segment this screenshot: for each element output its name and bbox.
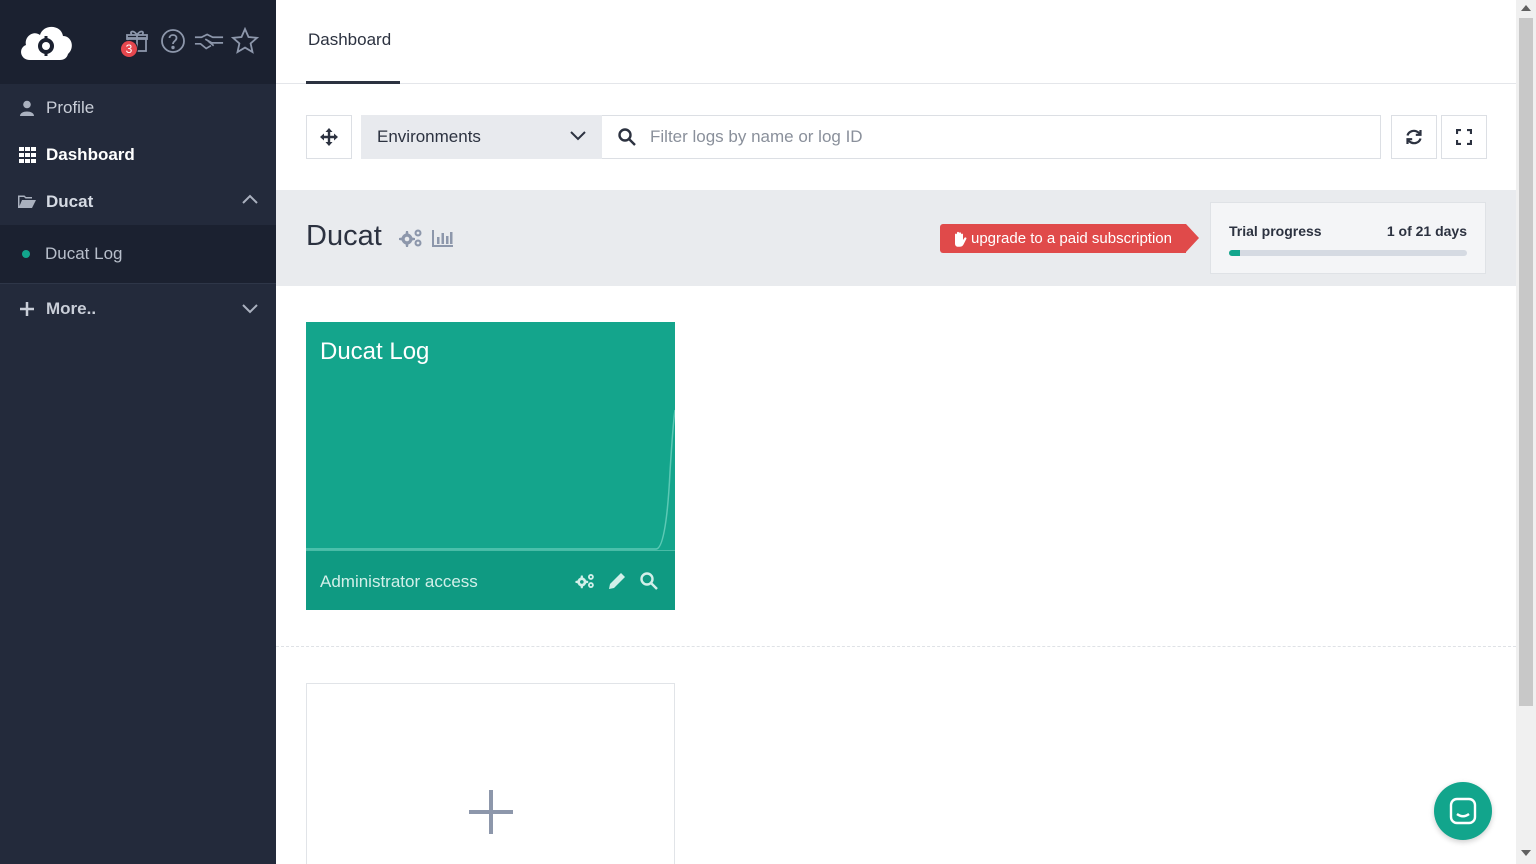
refresh-button[interactable] — [1391, 115, 1437, 159]
plus-icon — [18, 300, 36, 318]
page-scrollbar[interactable] — [1516, 0, 1536, 864]
scroll-up-arrow[interactable] — [1521, 5, 1531, 11]
search-input[interactable] — [650, 127, 1350, 147]
tab-dashboard[interactable]: Dashboard — [308, 30, 391, 50]
gift-icon[interactable]: 3 — [120, 26, 152, 58]
sidebar-item-label: Ducat — [46, 191, 94, 211]
sidebar-item-label: More.. — [46, 299, 97, 318]
main-content: Dashboard Environments Filter logs by na… — [276, 0, 1516, 864]
grid-icon — [18, 146, 36, 164]
star-icon[interactable] — [230, 26, 260, 56]
sidebar-item-label: Ducat Log — [45, 244, 123, 263]
scroll-thumb[interactable] — [1519, 18, 1533, 706]
refresh-icon — [1406, 129, 1422, 145]
organization-title: Ducat — [306, 220, 382, 252]
edit-pencil-icon[interactable] — [607, 571, 627, 591]
search-icon — [618, 128, 636, 146]
fullscreen-button[interactable] — [1441, 115, 1487, 159]
log-card-footer: Administrator access — [306, 550, 675, 610]
chat-icon — [1449, 797, 1477, 825]
trial-progress-label: Trial progress — [1229, 223, 1322, 239]
sidebar-item-dashboard[interactable]: Dashboard — [0, 131, 276, 178]
app-logo[interactable] — [16, 18, 76, 66]
trial-days: 1 of 21 days — [1386, 223, 1467, 239]
trial-progress-bar — [1229, 250, 1467, 256]
handshake-icon[interactable] — [194, 26, 224, 56]
log-settings-icon[interactable] — [575, 571, 595, 591]
log-search — [602, 115, 1381, 159]
settings-cogs-icon[interactable] — [398, 228, 424, 253]
organization-header: Ducat upgrade to a paid subscription Tri… — [276, 190, 1516, 286]
log-card-access: Administrator access — [320, 572, 478, 591]
upgrade-button[interactable]: upgrade to a paid subscription — [940, 224, 1199, 253]
status-dot — [22, 250, 30, 258]
sidebar-item-label: Dashboard — [46, 144, 135, 164]
tab-bar: Dashboard — [276, 0, 1516, 84]
chevron-down-icon[interactable] — [242, 304, 258, 314]
log-activity-sparkline — [306, 409, 675, 550]
active-tab-indicator — [306, 81, 400, 84]
sidebar-item-ducat-log[interactable]: Ducat Log — [0, 225, 276, 283]
hand-icon — [955, 231, 967, 247]
chevron-down-icon — [570, 131, 586, 141]
chevron-up-icon[interactable] — [242, 194, 258, 204]
notification-badge: 3 — [120, 40, 138, 58]
trial-progress-fill — [1229, 250, 1241, 256]
bar-chart-icon[interactable] — [432, 228, 454, 253]
move-arrows-icon — [320, 128, 338, 146]
sidebar-header: 3 — [0, 0, 276, 84]
add-log-card[interactable] — [306, 683, 675, 864]
plus-icon — [469, 790, 513, 834]
sidebar-item-label: Profile — [46, 97, 95, 117]
sidebar-item-more[interactable]: More.. — [0, 284, 276, 334]
toolbar: Environments — [306, 115, 1488, 159]
user-icon — [18, 99, 36, 117]
sidebar-item-profile[interactable]: Profile — [0, 84, 276, 131]
trial-progress-panel: Trial progress 1 of 21 days — [1210, 202, 1486, 274]
upgrade-label: upgrade to a paid subscription — [971, 230, 1172, 247]
log-card[interactable]: Ducat Log Administrator access — [306, 322, 675, 610]
move-button[interactable] — [306, 115, 352, 159]
folder-open-icon — [18, 193, 36, 211]
sidebar-item-ducat[interactable]: Ducat — [0, 178, 276, 225]
section-divider — [276, 646, 1516, 647]
environments-dropdown-value: Environments — [377, 127, 481, 146]
help-icon[interactable] — [158, 26, 188, 56]
search-icon[interactable] — [639, 571, 659, 591]
scroll-down-arrow[interactable] — [1521, 850, 1531, 856]
environments-dropdown[interactable]: Environments — [361, 115, 602, 159]
expand-icon — [1456, 129, 1472, 145]
sidebar: 3 Profile Dashboard Ducat Ducat Log More… — [0, 0, 276, 864]
chat-launcher-button[interactable] — [1434, 782, 1492, 840]
